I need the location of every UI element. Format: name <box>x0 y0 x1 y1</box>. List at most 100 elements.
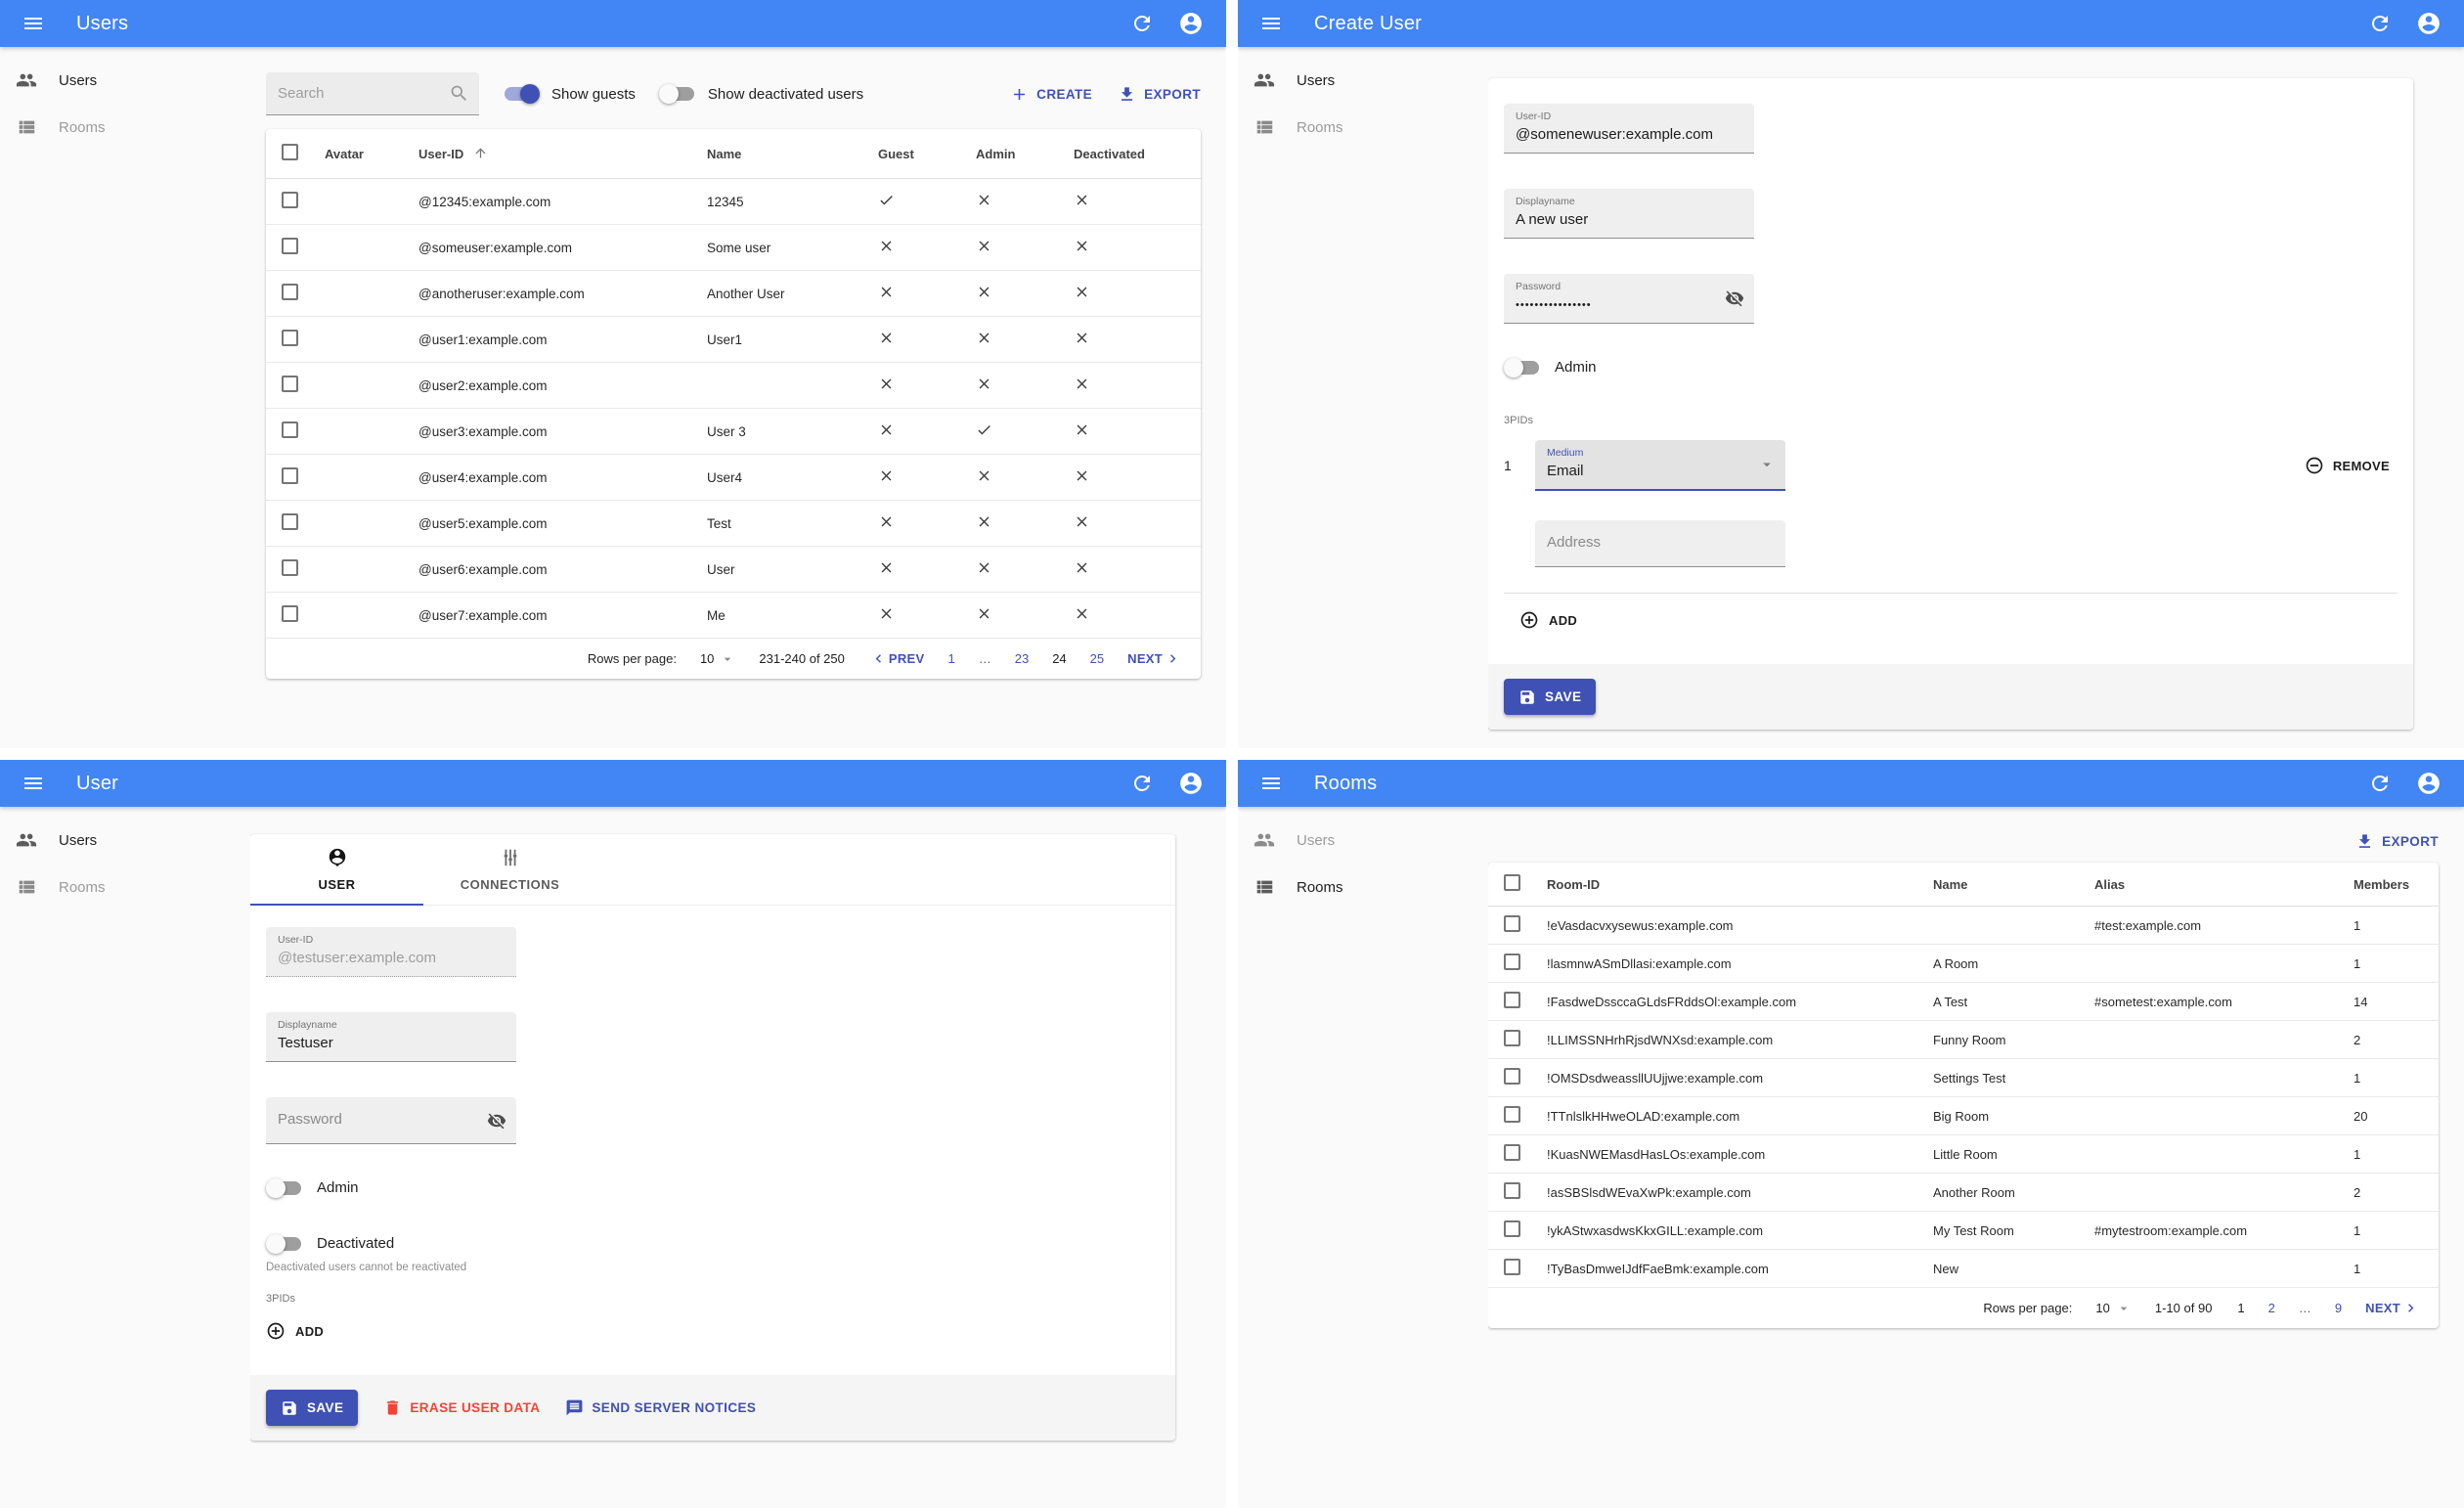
row-checkbox[interactable] <box>1504 1220 1520 1237</box>
row-checkbox[interactable] <box>282 238 298 254</box>
admin-toggle[interactable]: Admin <box>266 1177 1160 1198</box>
displayname-field[interactable]: Displayname A new user <box>1504 189 1754 239</box>
row-checkbox[interactable] <box>282 467 298 484</box>
page-9[interactable]: 9 <box>2335 1301 2342 1315</box>
account-menu-button[interactable] <box>2411 6 2446 41</box>
column-header-members[interactable]: Members <box>2344 863 2439 907</box>
table-row[interactable]: @user2:example.com <box>266 362 1201 409</box>
table-row[interactable]: @user1:example.com User1 <box>266 316 1201 363</box>
select-all-checkbox[interactable] <box>282 144 298 160</box>
sidebar-item-users[interactable]: Users <box>1238 57 1488 104</box>
row-checkbox[interactable] <box>1504 1068 1520 1085</box>
table-row[interactable]: !asSBSlsdWEvaXwPk:example.com Another Roo… <box>1488 1173 2439 1212</box>
toggle-switch[interactable] <box>505 84 540 104</box>
toggle-switch[interactable] <box>1504 357 1539 377</box>
menu-button[interactable] <box>16 766 51 801</box>
row-checkbox[interactable] <box>1504 1182 1520 1199</box>
table-row[interactable]: @12345:example.com 12345 <box>266 178 1201 225</box>
row-checkbox[interactable] <box>1504 1259 1520 1275</box>
sidebar-item-rooms[interactable]: Rooms <box>0 864 250 910</box>
toggle-switch[interactable] <box>266 1233 301 1254</box>
row-checkbox[interactable] <box>282 605 298 622</box>
table-row[interactable]: !FasdweDssccaGLdsFRddsOl:example.com A Te… <box>1488 982 2439 1021</box>
table-row[interactable]: @user7:example.com Me <box>266 592 1201 639</box>
refresh-button[interactable] <box>2362 766 2398 801</box>
row-checkbox[interactable] <box>282 284 298 300</box>
export-button[interactable]: EXPORT <box>2355 832 2439 851</box>
table-row[interactable]: @user5:example.com Test <box>266 500 1201 547</box>
sidebar-item-rooms[interactable]: Rooms <box>1238 104 1488 151</box>
column-header-guest[interactable]: Guest <box>868 129 966 179</box>
remove-threepid-button[interactable]: REMOVE <box>2305 456 2390 475</box>
row-checkbox[interactable] <box>1504 1106 1520 1123</box>
displayname-field[interactable]: Displayname Testuser <box>266 1012 516 1062</box>
table-row[interactable]: !ykAStwxasdwsKkxGILL:example.com My Test … <box>1488 1211 2439 1250</box>
table-row[interactable]: !TyBasDmweIJdfFaeBmk:example.com New 1 <box>1488 1249 2439 1288</box>
refresh-button[interactable] <box>1124 766 1160 801</box>
save-button[interactable]: SAVE <box>1504 679 1597 715</box>
sidebar-item-users[interactable]: Users <box>1238 817 1488 864</box>
sidebar-item-rooms[interactable]: Rooms <box>0 104 250 151</box>
table-row[interactable]: !lasmnwASmDllasi:example.com A Room 1 <box>1488 944 2439 983</box>
show-guests-toggle[interactable]: Show guests <box>505 84 636 104</box>
page-1[interactable]: 1 <box>947 651 954 666</box>
sidebar-item-rooms[interactable]: Rooms <box>1238 864 1488 910</box>
next-page-button[interactable]: NEXT <box>1127 650 1181 667</box>
select-all-checkbox[interactable] <box>1504 874 1520 891</box>
account-menu-button[interactable] <box>1173 766 1209 801</box>
add-threepid-button[interactable]: ADD <box>1504 594 1593 646</box>
user-id-field[interactable]: User-ID @somenewuser:example.com <box>1504 104 1754 154</box>
row-checkbox[interactable] <box>1504 992 1520 1008</box>
search-input[interactable] <box>278 85 449 102</box>
row-checkbox[interactable] <box>282 559 298 576</box>
table-row[interactable]: !KuasNWEMasdHasLOs:example.com Little Roo… <box>1488 1134 2439 1174</box>
row-checkbox[interactable] <box>282 330 298 346</box>
erase-user-data-button[interactable]: ERASE USER DATA <box>383 1398 540 1417</box>
tab-connections[interactable]: CONNECTIONS <box>423 834 596 905</box>
row-checkbox[interactable] <box>282 513 298 530</box>
menu-button[interactable] <box>1254 6 1289 41</box>
save-button[interactable]: SAVE <box>266 1390 359 1426</box>
add-threepid-button[interactable]: ADD <box>266 1305 339 1357</box>
toggle-switch[interactable] <box>266 1177 301 1198</box>
account-menu-button[interactable] <box>1173 6 1209 41</box>
rows-per-page-select[interactable]: 10 <box>700 651 735 667</box>
prev-page-button[interactable]: PREV <box>870 650 925 667</box>
column-header-name[interactable]: Name <box>697 129 868 179</box>
sidebar-item-users[interactable]: Users <box>0 57 250 104</box>
password-field[interactable]: Password •••••••••••••••• <box>1504 274 1754 324</box>
row-checkbox[interactable] <box>1504 915 1520 932</box>
search-field[interactable] <box>266 72 479 115</box>
show-deactivated-toggle[interactable]: Show deactivated users <box>658 84 863 104</box>
visibility-off-icon[interactable] <box>487 1111 506 1131</box>
refresh-button[interactable] <box>2362 6 2398 41</box>
column-header-room_id[interactable]: Room-ID <box>1537 863 1923 907</box>
create-button[interactable]: CREATE <box>1010 85 1092 104</box>
table-row[interactable]: @user3:example.com User 3 <box>266 408 1201 455</box>
row-checkbox[interactable] <box>282 421 298 438</box>
password-field[interactable]: Password <box>266 1097 516 1144</box>
rows-per-page-select[interactable]: 10 <box>2095 1301 2131 1316</box>
address-field[interactable]: Address <box>1535 520 1785 567</box>
table-row[interactable]: @anotheruser:example.com Another User <box>266 270 1201 317</box>
row-checkbox[interactable] <box>1504 1030 1520 1046</box>
page-23[interactable]: 23 <box>1015 651 1029 666</box>
toggle-switch[interactable] <box>658 84 694 104</box>
menu-button[interactable] <box>1254 766 1289 801</box>
tab-user[interactable]: USER <box>250 834 423 906</box>
account-menu-button[interactable] <box>2411 766 2446 801</box>
deactivated-toggle[interactable]: Deactivated <box>266 1233 1160 1254</box>
sidebar-item-users[interactable]: Users <box>0 817 250 864</box>
page-25[interactable]: 25 <box>1090 651 1104 666</box>
next-page-button[interactable]: NEXT <box>2365 1300 2419 1316</box>
admin-toggle[interactable]: Admin <box>1504 357 2398 377</box>
column-header-user_id[interactable]: User-ID <box>409 129 697 179</box>
column-header-deactivated[interactable]: Deactivated <box>1064 129 1201 179</box>
column-header-alias[interactable]: Alias <box>2085 863 2344 907</box>
table-row[interactable]: !eVasdacvxysewus:example.com #test:exampl… <box>1488 906 2439 945</box>
table-row[interactable]: @someuser:example.com Some user <box>266 224 1201 271</box>
column-header-name[interactable]: Name <box>1923 863 2085 907</box>
row-checkbox[interactable] <box>1504 954 1520 970</box>
table-row[interactable]: !LLIMSSNHrhRjsdWNXsd:example.com Funny Ro… <box>1488 1020 2439 1059</box>
column-header-admin[interactable]: Admin <box>966 129 1064 179</box>
